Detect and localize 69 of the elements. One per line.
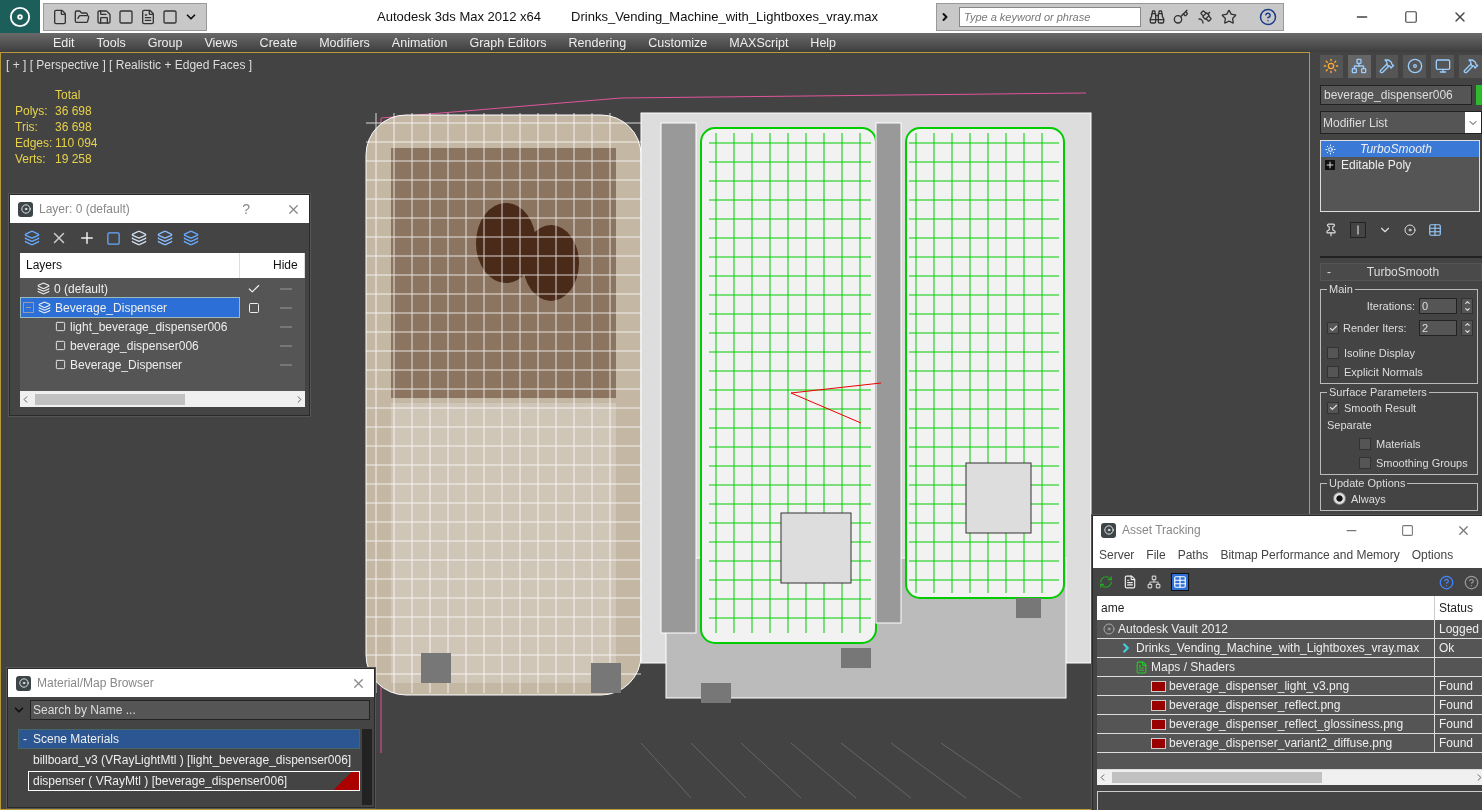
column-header[interactable]: Layers — [20, 253, 240, 278]
menu-item[interactable]: Options — [1411, 548, 1454, 562]
stat-value: 110 094 — [55, 135, 99, 151]
dialog-title: Asset Tracking — [1122, 523, 1201, 537]
status-text: Found — [1438, 698, 1475, 713]
modifier-item[interactable]: TurboSmooth — [1321, 141, 1479, 157]
menu-item[interactable]: File — [1146, 548, 1166, 562]
status-text: Logged — [1438, 622, 1481, 637]
stat-label: Tris: — [15, 119, 39, 135]
menu-item[interactable]: Tools — [85, 35, 137, 50]
dialog-title: Layer: 0 (default) — [39, 202, 130, 216]
material-item[interactable]: dispenser ( VRayMtl ) [beverage_dispenser006] — [28, 771, 360, 791]
menu-item[interactable]: Views — [193, 35, 249, 50]
column-header[interactable]: Hide — [267, 253, 305, 278]
search-field[interactable]: Type a keyword or phrase — [959, 6, 1141, 27]
stat-value: 36 698 — [55, 103, 93, 119]
menu-item[interactable]: Server — [1099, 548, 1135, 562]
layer-object[interactable]: Beverage_Dispenser — [20, 354, 240, 375]
menu-item[interactable]: Modifiers — [308, 35, 381, 50]
stats-header: Total — [55, 87, 82, 103]
surface-group: Surface Parameters Smooth Result Separate Materials Smoothing Groups — [1320, 386, 1478, 475]
asset-row[interactable]: beverage_dispenser_reflect_glossiness.png Found — [1097, 715, 1482, 735]
render-iters-field[interactable]: 2 — [1419, 320, 1457, 336]
stat-value: 36 698 — [55, 119, 93, 135]
menu-item[interactable]: Customize — [637, 35, 719, 50]
iterations-field[interactable]: 0 — [1419, 298, 1457, 314]
asset-row[interactable]: beverage_dispenser_variant2_diffuse.png Found — [1097, 734, 1482, 754]
separate-label: Separate — [1327, 418, 1373, 433]
layer-object[interactable]: light_beverage_dispenser006 — [20, 316, 240, 337]
material-item[interactable]: billboard_v3 (VRayLightMtl ) [light_beverage_dispenser006] — [28, 750, 360, 770]
stat-label: Verts: — [15, 151, 47, 167]
asset-row[interactable]: Maps / Shaders — [1097, 658, 1482, 678]
menu-item[interactable]: Help — [799, 35, 848, 50]
dialog-title: Material/Map Browser — [37, 676, 154, 690]
viewport-label[interactable]: [ + ] [ Perspective ] [ Realistic + Edged Faces ] — [6, 58, 253, 72]
layer-row[interactable]: 0 (default) — [20, 278, 240, 299]
menu-item[interactable]: Paths — [1177, 548, 1209, 562]
update-group: Update Options Always — [1320, 477, 1478, 511]
menu-item[interactable]: Bitmap Performance and Memory — [1220, 548, 1400, 562]
modifier-item[interactable]: Editable Poly — [1321, 157, 1479, 173]
status-text: Found — [1438, 679, 1475, 694]
layer-object[interactable]: beverage_dispenser006 — [20, 335, 240, 356]
asset-row[interactable]: Autodesk Vault 2012 Logged — [1097, 620, 1482, 640]
main-group: Main Iterations: 0 Render Iters: 2 Isoline Display Explicit Normals — [1320, 283, 1478, 384]
group-header[interactable]: - Scene Materials — [18, 729, 360, 749]
asset-row[interactable]: Drinks_Vending_Machine_with_Lightboxes_vray.max Ok — [1097, 639, 1482, 659]
status-text: Found — [1438, 736, 1475, 751]
help-button[interactable]: ? — [242, 201, 250, 217]
rollout-header[interactable]: - TurboSmooth — [1320, 263, 1482, 281]
search-field[interactable]: Search by Name ... — [30, 700, 370, 720]
window-title: Autodesk 3ds Max 2012 x64 — [377, 9, 542, 24]
menu-item[interactable]: MAXScript — [718, 35, 800, 50]
status-text: Found — [1438, 717, 1475, 732]
file-name: Drinks_Vending_Machine_with_Lightboxes_vray.max — [571, 9, 878, 24]
asset-row[interactable]: beverage_dispenser_light_v3.png Found — [1097, 677, 1482, 697]
menu-item[interactable]: Create — [248, 35, 309, 50]
status-text: Ok — [1438, 641, 1456, 656]
menu-item[interactable]: Rendering — [557, 35, 638, 50]
object-name-field[interactable]: beverage_dispenser006 — [1320, 85, 1472, 105]
layer-row[interactable]: Beverage_Dispenser — [20, 297, 240, 318]
menu-item[interactable]: Animation — [380, 35, 459, 50]
menu-item[interactable]: Group — [136, 35, 194, 50]
modifier-list-dropdown[interactable]: Modifier List — [1320, 111, 1482, 134]
stat-label: Edges: — [15, 135, 54, 151]
menu-item[interactable]: Graph Editors — [458, 35, 558, 50]
stat-value: 19 258 — [55, 151, 93, 167]
stat-label: Polys: — [15, 103, 49, 119]
menu-item[interactable]: Edit — [42, 35, 86, 50]
asset-row[interactable]: beverage_dispenser_reflect.png Found — [1097, 696, 1482, 716]
